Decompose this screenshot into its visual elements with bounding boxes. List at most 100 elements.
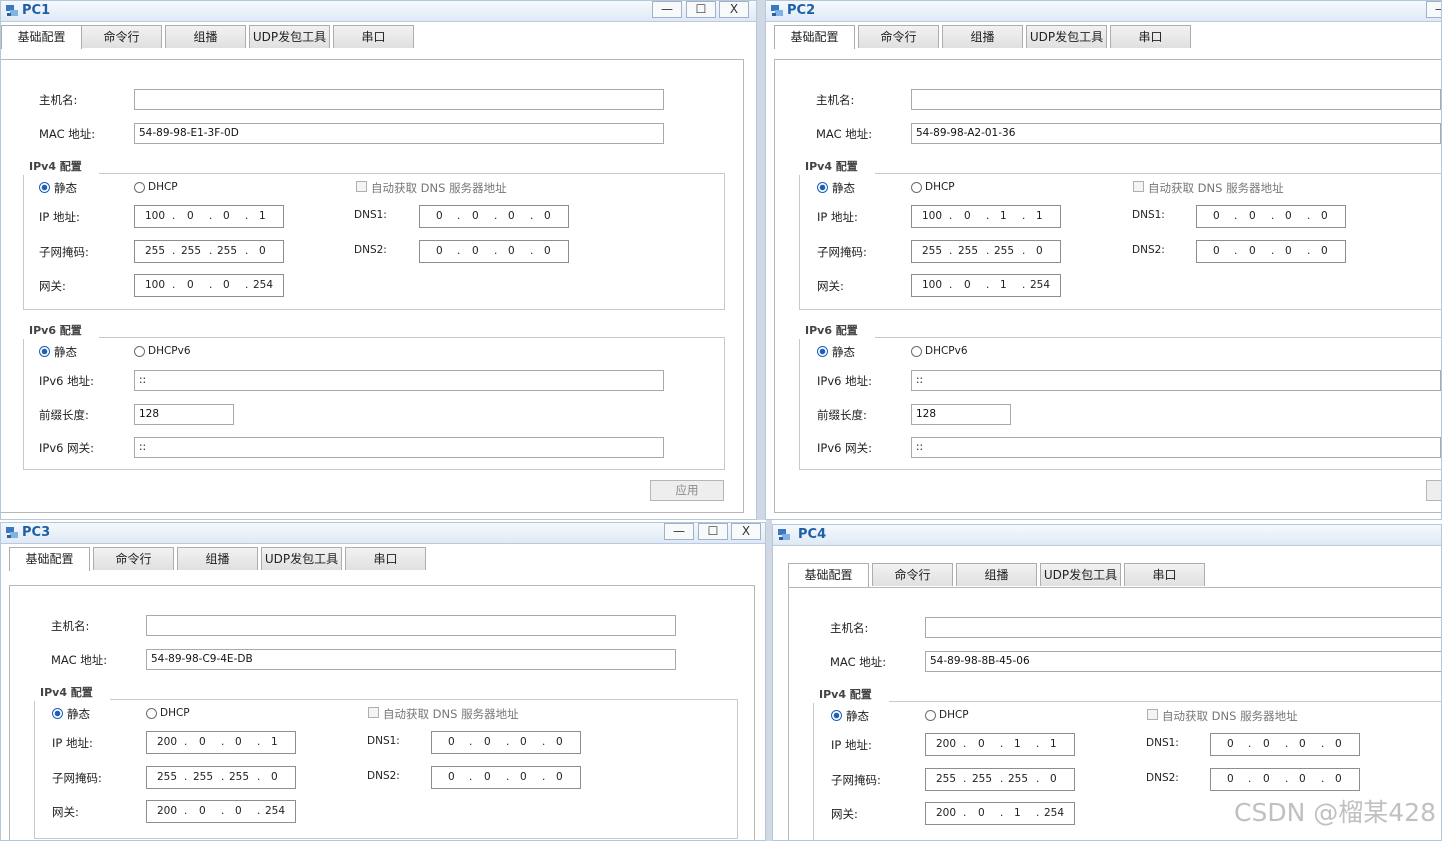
maximize-button[interactable]: ☐ — [698, 523, 728, 540]
tab-udp-tool[interactable]: UDP发包工具 — [249, 25, 330, 48]
basic-config-panel: 主机名: MAC 地址: 54-89-98-E1-3F-0D IPv4 配置 静… — [1, 59, 744, 513]
static-label: 静态 — [54, 181, 77, 195]
pc2-window: PC2 — 基础配置 命令行 组播 UDP发包工具 串口 主机名: MAC 地址… — [765, 0, 1442, 520]
tab-command-line[interactable]: 命令行 — [93, 547, 174, 570]
static-radio[interactable] — [817, 182, 828, 193]
apply-button[interactable] — [1426, 480, 1441, 501]
ipv6-group: IPv6 配置 静态 DHCPv6 IPv6 地址: :: 前缀长度: 128 … — [799, 323, 1441, 470]
tab-serial[interactable]: 串口 — [345, 547, 426, 570]
dns2-input[interactable]: 0.0.0.0 — [419, 240, 569, 263]
auto-dns-checkbox[interactable] — [356, 181, 367, 192]
subnet-mask-input[interactable]: 255. 255. 255. 0 — [134, 240, 284, 263]
static-radio[interactable] — [831, 710, 842, 721]
tab-udp-tool[interactable]: UDP发包工具 — [1026, 25, 1107, 48]
subnet-mask-input[interactable]: 255. 255. 255. 0 — [146, 766, 296, 789]
prefix-input[interactable]: 128 — [911, 404, 1011, 425]
ip-label: IP 地址: — [39, 210, 80, 224]
dhcp-radio[interactable] — [134, 182, 145, 193]
tab-udp-tool[interactable]: UDP发包工具 — [1040, 563, 1121, 586]
tab-command-line[interactable]: 命令行 — [81, 25, 162, 48]
ipv6-gw-input[interactable]: :: — [911, 437, 1441, 458]
gateway-input[interactable]: 200. 0. 0. 254 — [146, 800, 296, 823]
gateway-input[interactable]: 100. 0. 1. 254 — [911, 274, 1061, 297]
static-radio[interactable] — [39, 182, 50, 193]
pc2-titlebar[interactable]: PC2 — — [766, 1, 1441, 22]
tab-multicast[interactable]: 组播 — [165, 25, 246, 48]
ip-address-input[interactable]: 100. 0. 1. 1 — [911, 205, 1061, 228]
auto-dns-checkbox[interactable] — [368, 707, 379, 718]
tab-serial[interactable]: 串口 — [1124, 563, 1205, 586]
dns2-input[interactable]: 0.0.0.0 — [431, 766, 581, 789]
dns2-label: DNS2: — [1132, 244, 1165, 256]
tab-serial[interactable]: 串口 — [333, 25, 414, 48]
pc3-titlebar[interactable]: PC3 — ☐ X — [1, 523, 765, 544]
gateway-label: 网关: — [39, 279, 66, 293]
ip-address-input[interactable]: 200. 0. 0. 1 — [146, 731, 296, 754]
dhcp-radio[interactable] — [911, 182, 922, 193]
gateway-input[interactable]: 100. 0. 0. 254 — [134, 274, 284, 297]
dhcpv6-radio[interactable] — [134, 346, 145, 357]
auto-dns-checkbox[interactable] — [1147, 709, 1158, 720]
ipv6-gw-input[interactable]: :: — [134, 437, 664, 458]
hostname-input[interactable] — [911, 89, 1441, 110]
static-label: 静态 — [846, 709, 869, 723]
ipv4-group: IPv4 配置 静态 DHCP 自动获取 DNS 服务器地址 IP 地址: 10… — [23, 159, 725, 310]
tab-serial[interactable]: 串口 — [1110, 25, 1191, 48]
dns2-input[interactable]: 0.0.0.0 — [1196, 240, 1346, 263]
pc4-titlebar[interactable]: PC4 — [773, 525, 1441, 546]
window-title: PC4 — [798, 527, 827, 542]
ipv6-addr-input[interactable]: :: — [911, 370, 1441, 391]
hostname-input[interactable] — [146, 615, 676, 636]
dns1-input[interactable]: 0.0.0.0 — [431, 731, 581, 754]
minimize-button[interactable]: — — [664, 523, 694, 540]
dns1-input[interactable]: 0.0.0.0 — [1210, 733, 1360, 756]
auto-dns-label: 自动获取 DNS 服务器地址 — [1148, 181, 1284, 195]
tab-multicast[interactable]: 组播 — [956, 563, 1037, 586]
ip-address-input[interactable]: 100. 0. 0. 1 — [134, 205, 284, 228]
ipv6-addr-label: IPv6 地址: — [39, 374, 94, 388]
static-radio[interactable] — [52, 708, 63, 719]
auto-dns-checkbox[interactable] — [1133, 181, 1144, 192]
dns1-label: DNS1: — [367, 735, 400, 747]
dhcp-label: DHCP — [148, 181, 178, 193]
maximize-button[interactable]: ☐ — [686, 1, 716, 18]
dns2-input[interactable]: 0.0.0.0 — [1210, 768, 1360, 791]
gateway-input[interactable]: 200. 0. 1. 254 — [925, 802, 1075, 825]
dhcpv6-radio[interactable] — [911, 346, 922, 357]
dns1-label: DNS1: — [1132, 209, 1165, 221]
ip-address-input[interactable]: 200. 0. 1. 1 — [925, 733, 1075, 756]
static-v6-radio[interactable] — [39, 346, 50, 357]
minimize-button[interactable]: — — [1426, 1, 1441, 18]
pc1-titlebar[interactable]: PC1 — ☐ X — [1, 1, 756, 22]
pc-app-icon — [771, 5, 783, 16]
tab-basic-config[interactable]: 基础配置 — [9, 547, 90, 571]
tab-command-line[interactable]: 命令行 — [872, 563, 953, 586]
dns1-input[interactable]: 0.0.0.0 — [1196, 205, 1346, 228]
close-button[interactable]: X — [731, 523, 761, 540]
static-v6-radio[interactable] — [817, 346, 828, 357]
tab-basic-config[interactable]: 基础配置 — [1, 25, 82, 49]
tab-udp-tool[interactable]: UDP发包工具 — [261, 547, 342, 570]
static-v6-label: 静态 — [832, 345, 855, 359]
tab-command-line[interactable]: 命令行 — [858, 25, 939, 48]
ipv6-addr-input[interactable]: :: — [134, 370, 664, 391]
apply-button[interactable]: 应用 — [650, 480, 724, 501]
dns1-input[interactable]: 0.0.0.0 — [419, 205, 569, 228]
mac-field: 54-89-98-C9-4E-DB — [146, 649, 676, 670]
ipv6-gw-label: IPv6 网关: — [39, 441, 94, 455]
tab-basic-config[interactable]: 基础配置 — [774, 25, 855, 49]
tab-multicast[interactable]: 组播 — [177, 547, 258, 570]
dhcp-radio[interactable] — [146, 708, 157, 719]
close-button[interactable]: X — [719, 1, 749, 18]
tab-basic-config[interactable]: 基础配置 — [788, 563, 869, 587]
hostname-input[interactable] — [925, 617, 1441, 638]
hostname-input[interactable] — [134, 89, 664, 110]
ip-label: IP 地址: — [52, 736, 93, 750]
prefix-input[interactable]: 128 — [134, 404, 234, 425]
dhcp-radio[interactable] — [925, 710, 936, 721]
pc-app-icon — [778, 529, 790, 540]
minimize-button[interactable]: — — [652, 1, 682, 18]
subnet-mask-input[interactable]: 255. 255. 255. 0 — [911, 240, 1061, 263]
tab-multicast[interactable]: 组播 — [942, 25, 1023, 48]
subnet-mask-input[interactable]: 255. 255. 255. 0 — [925, 768, 1075, 791]
